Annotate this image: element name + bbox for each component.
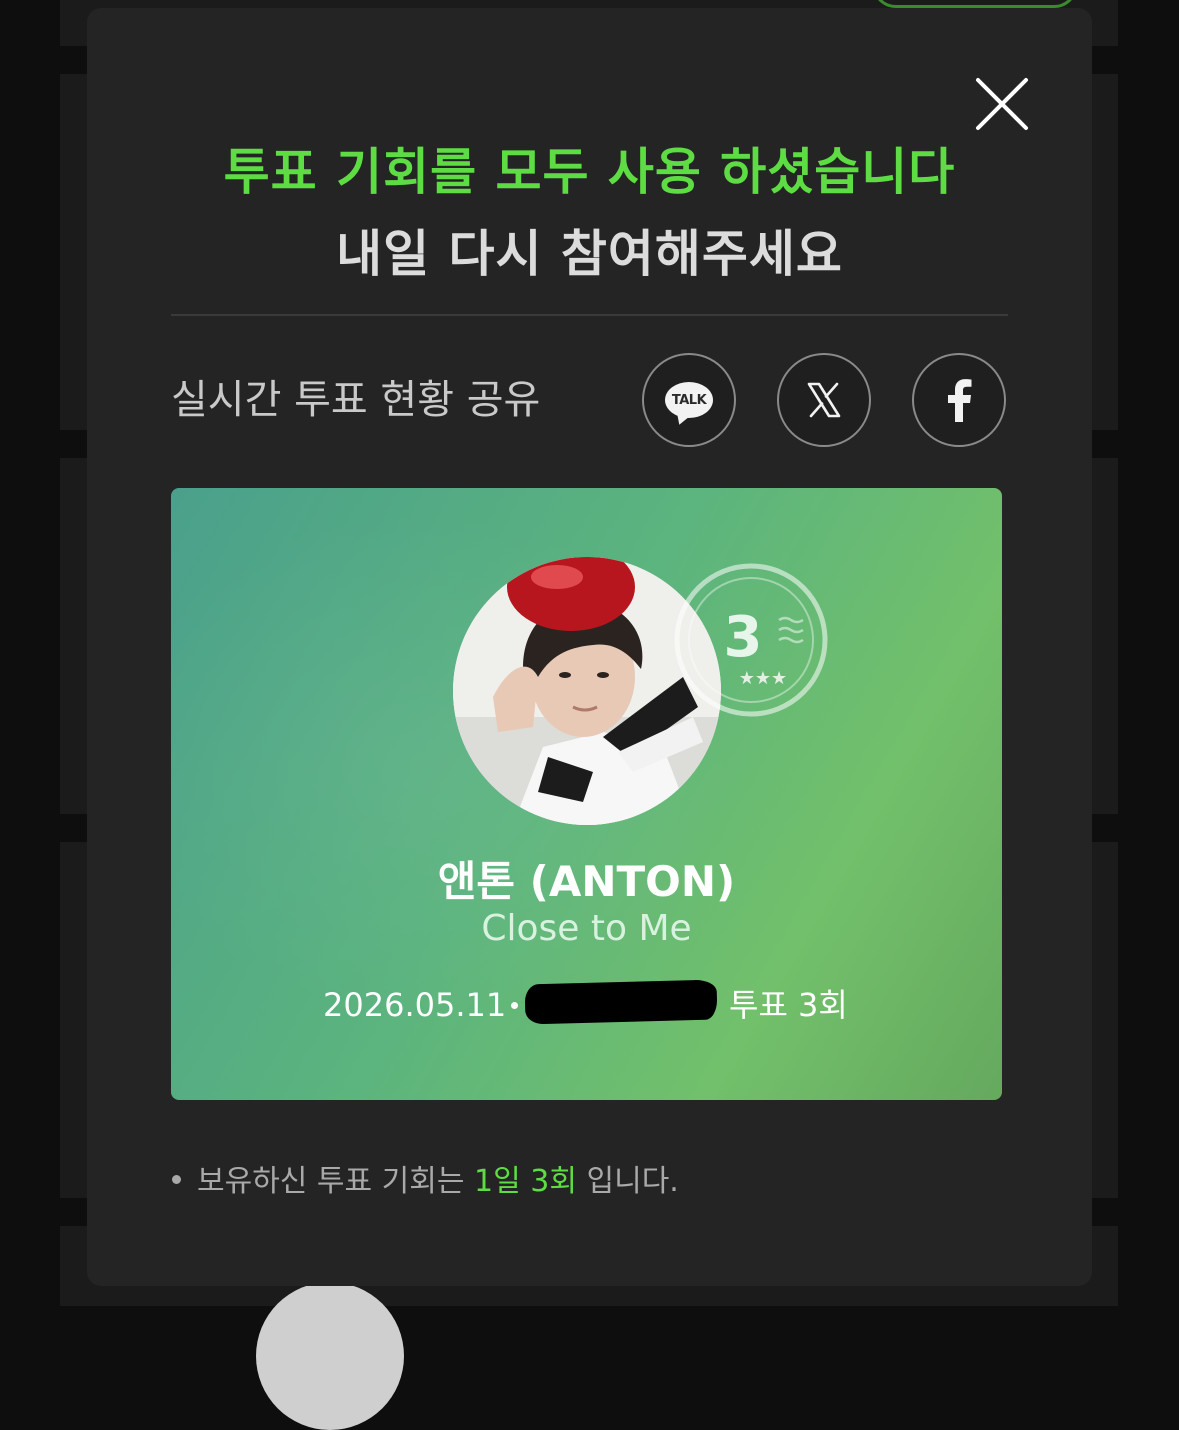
- stamp-number: 3: [724, 605, 763, 670]
- vote-allowance-note: 보유하신 투표 기회는 1일 3회 입니다.: [172, 1160, 679, 1204]
- separator-dot: [511, 1002, 518, 1009]
- x-share-button[interactable]: [777, 353, 871, 447]
- modal-title-secondary: 내일 다시 참여해주세요: [336, 225, 843, 283]
- note-highlight: 1일 3회: [474, 1164, 577, 1199]
- vote-count: 투표 3회: [729, 986, 848, 1024]
- x-logo-icon: [807, 382, 841, 418]
- bullet: [172, 1175, 181, 1184]
- divider: [171, 314, 1008, 316]
- close-icon: [976, 78, 1028, 130]
- vote-date: 2026.05.11: [323, 986, 507, 1024]
- modal-title-primary: 투표 기회를 모두 사용 하셨습니다: [223, 143, 956, 201]
- background-avatar: [256, 1282, 404, 1430]
- redacted-username: [524, 979, 718, 1025]
- vote-card: 3 ★★★ 앤톤 (ANTON) Close to Me 2026.05.11 …: [171, 488, 1002, 1100]
- background-vote-button: [872, 0, 1078, 8]
- song-title: Close to Me: [481, 908, 692, 949]
- close-button[interactable]: [970, 72, 1034, 136]
- facebook-icon: [948, 379, 972, 422]
- facebook-share-button[interactable]: [912, 353, 1006, 447]
- note-suffix: 입니다.: [586, 1164, 679, 1199]
- vote-count-stamp: 3 ★★★: [674, 563, 828, 717]
- kakaotalk-icon-label: TALK: [671, 392, 707, 408]
- kakaotalk-icon: TALK: [665, 382, 713, 418]
- artist-name: 앤톤 (ANTON): [437, 857, 736, 906]
- stamp-stars: ★★★: [739, 668, 787, 689]
- vote-summary: 2026.05.11 투표 3회: [171, 979, 1002, 1030]
- note-prefix: 보유하신 투표 기회는: [197, 1164, 465, 1199]
- kakaotalk-share-button[interactable]: TALK: [642, 353, 736, 447]
- share-label: 실시간 투표 현황 공유: [171, 377, 541, 423]
